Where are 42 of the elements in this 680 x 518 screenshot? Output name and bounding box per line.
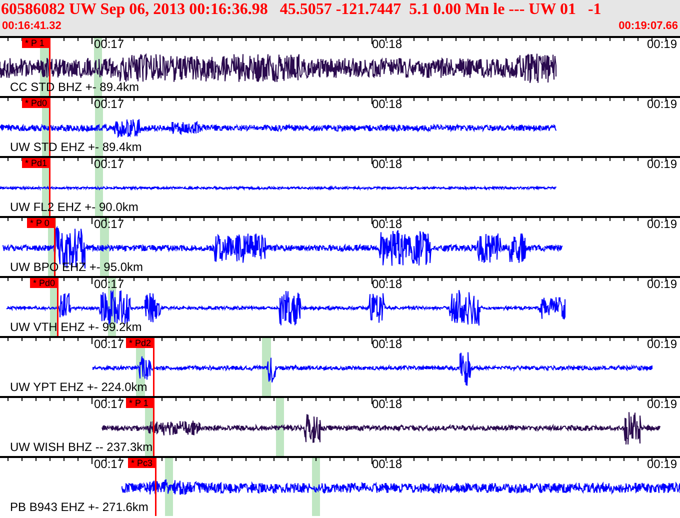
time-label: 00:19	[647, 398, 678, 411]
time-label: 00:18	[372, 458, 402, 471]
time-label: 00:17	[94, 278, 124, 291]
time-label: 00:19	[647, 38, 678, 51]
time-window-band	[276, 398, 284, 456]
time-label: 00:18	[372, 398, 402, 411]
time-label: 00:19	[647, 98, 678, 111]
station-label: UW YPT EHZ +- 224.0km	[10, 381, 148, 394]
end-time: 00:19:07.66	[618, 19, 678, 33]
station-label: UW VTH EHZ +- 99.2km	[10, 321, 142, 334]
station-label: UW WISH BHZ -- 237.3km	[10, 441, 153, 454]
start-time: 00:16:41.32	[2, 19, 62, 33]
time-label: 00:18	[372, 218, 402, 231]
time-label: 00:17	[94, 218, 124, 231]
event-title: 60586082 UW Sep 06, 2013 00:16:36.98 45.5057 -121.7447 5.1 0.00 Mn le --- UW 01 -1	[0, 0, 602, 19]
pick-marker: * Pd1	[22, 158, 50, 168]
time-label: 00:18	[372, 38, 402, 51]
station-label: PB B943 EHZ +- 271.6km	[10, 501, 148, 514]
pick-marker: * P 0	[27, 218, 55, 228]
time-label: 00:18	[372, 98, 402, 111]
pick-marker: * Pd0	[30, 278, 58, 288]
time-label: 00:19	[647, 158, 678, 171]
pick-marker: * Pc3	[128, 458, 156, 468]
time-label: 00:17	[94, 98, 124, 111]
time-label: 00:17	[94, 398, 124, 411]
time-window-band	[165, 458, 173, 516]
time-window-band	[312, 458, 320, 516]
time-label: 00:18	[372, 338, 402, 351]
time-label: 00:18	[372, 158, 402, 171]
time-label: 00:17	[94, 38, 124, 51]
time-label: 00:19	[647, 278, 678, 291]
pick-marker: * Pd2	[126, 338, 154, 348]
time-label: 00:18	[372, 278, 402, 291]
pick-marker: * P 1	[126, 398, 154, 408]
time-label: 00:19	[647, 338, 678, 351]
time-label: 00:17	[94, 158, 124, 171]
time-label: 00:17	[94, 458, 124, 471]
time-label: 00:19	[647, 458, 678, 471]
time-label: 00:17	[94, 338, 124, 351]
time-label: 00:19	[647, 218, 678, 231]
pick-marker: * P 1	[22, 38, 50, 48]
pick-marker: * Pd0	[22, 98, 50, 108]
